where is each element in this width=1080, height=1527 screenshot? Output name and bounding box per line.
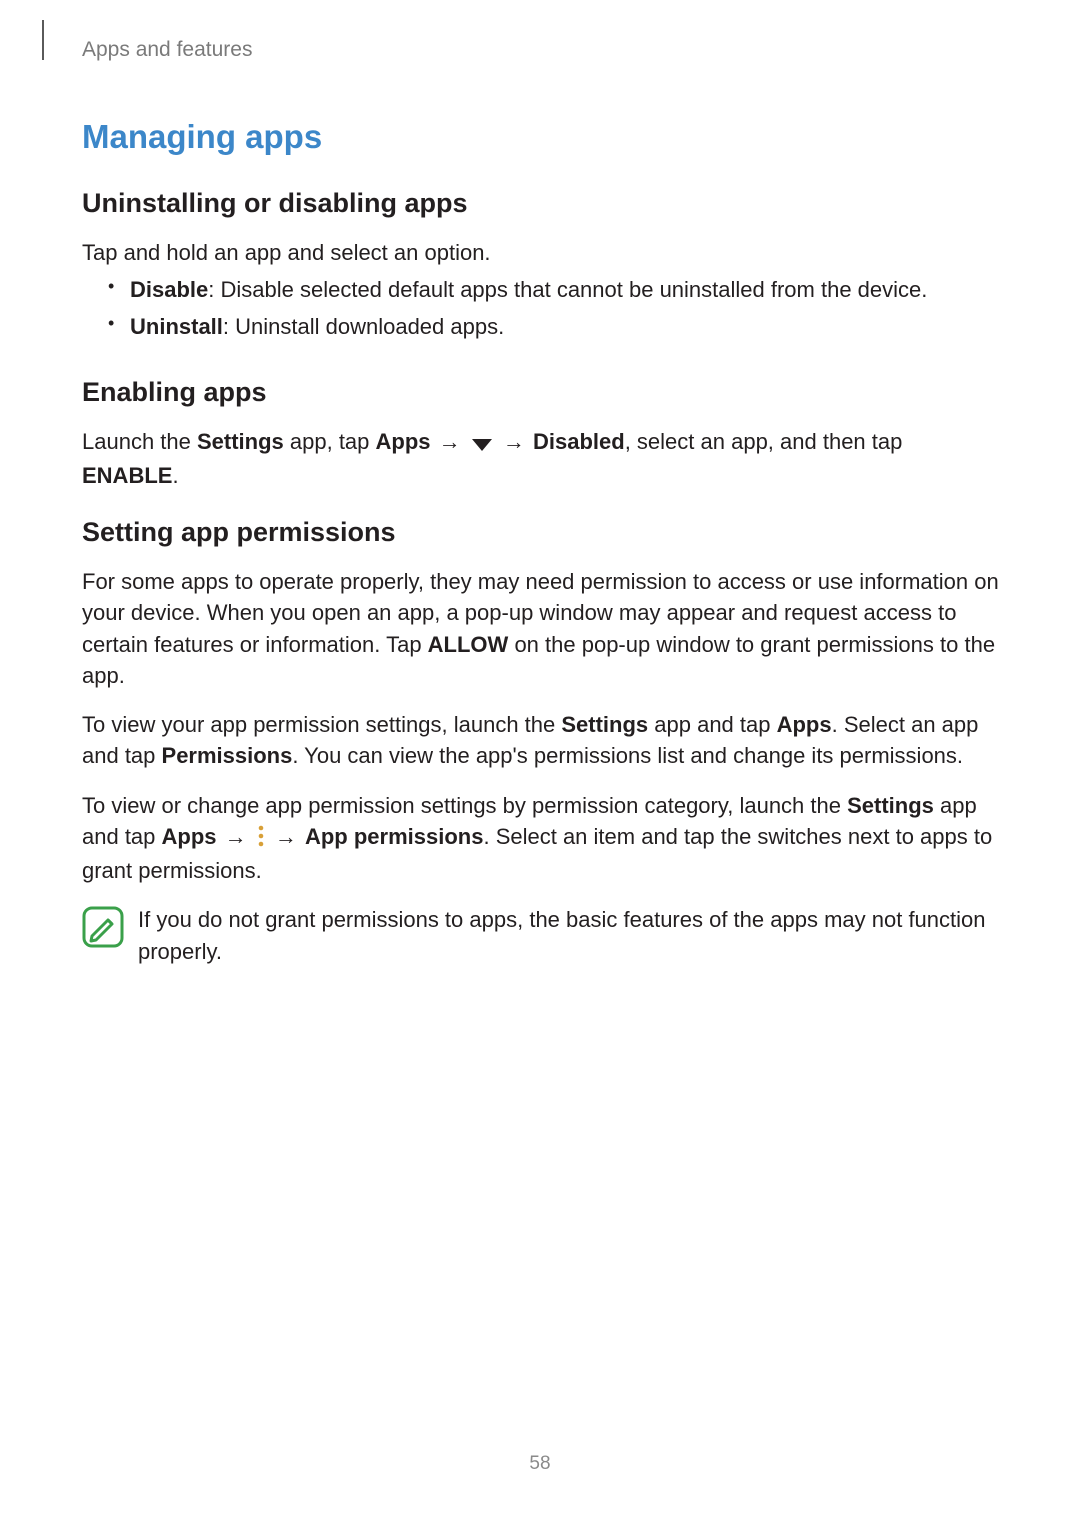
arrow-icon: → [267,824,305,849]
text-fragment: app and tap [648,712,776,737]
enable-paragraph: Launch the Settings app, tap Apps → → Di… [82,426,1000,491]
text-fragment: , select an app, and then tap [625,429,903,454]
option-label: Uninstall [130,314,223,339]
more-vertical-icon [257,824,265,855]
permissions-p1: For some apps to operate properly, they … [82,566,1000,691]
list-item: Disable: Disable selected default apps t… [108,274,1000,305]
permissions-p2: To view your app permission settings, la… [82,709,1000,771]
settings-label: Settings [197,429,284,454]
chapter-title: Apps and features [82,38,1000,62]
text-fragment: . [172,463,178,488]
uninstall-options-list: Disable: Disable selected default apps t… [108,274,1000,342]
option-desc: : Uninstall downloaded apps. [223,314,504,339]
arrow-icon: → [495,429,533,454]
dropdown-triangle-icon [471,429,493,460]
note-pencil-icon [82,906,124,948]
note-text: If you do not grant permissions to apps,… [138,904,1000,966]
permissions-label: Permissions [162,743,293,768]
uninstall-intro: Tap and hold an app and select an option… [82,237,1000,268]
settings-label: Settings [561,712,648,737]
permissions-p3: To view or change app permission setting… [82,790,1000,887]
apps-label: Apps [162,824,217,849]
option-label: Disable [130,277,208,302]
option-desc: : Disable selected default apps that can… [208,277,927,302]
note-callout: If you do not grant permissions to apps,… [82,904,1000,966]
section-heading-permissions: Setting app permissions [82,517,1000,548]
page: Apps and features Managing apps Uninstal… [0,0,1080,1527]
apps-label: Apps [376,429,431,454]
text-fragment: Launch the [82,429,197,454]
list-item: Uninstall: Uninstall downloaded apps. [108,311,1000,342]
arrow-icon: → [217,824,255,849]
apps-label: Apps [777,712,832,737]
allow-label: ALLOW [428,632,509,657]
text-fragment: . You can view the app's permissions lis… [292,743,963,768]
disabled-label: Disabled [533,429,625,454]
header-margin-rule [42,20,44,60]
arrow-icon: → [431,429,469,454]
text-fragment: To view or change app permission setting… [82,793,847,818]
text-fragment: To view your app permission settings, la… [82,712,561,737]
text-fragment: app, tap [284,429,376,454]
section-heading-uninstall: Uninstalling or disabling apps [82,188,1000,219]
settings-label: Settings [847,793,934,818]
enable-label: ENABLE [82,463,172,488]
app-permissions-label: App permissions [305,824,483,849]
page-title: Managing apps [82,118,1000,156]
page-number: 58 [0,1453,1080,1475]
section-heading-enable: Enabling apps [82,377,1000,408]
